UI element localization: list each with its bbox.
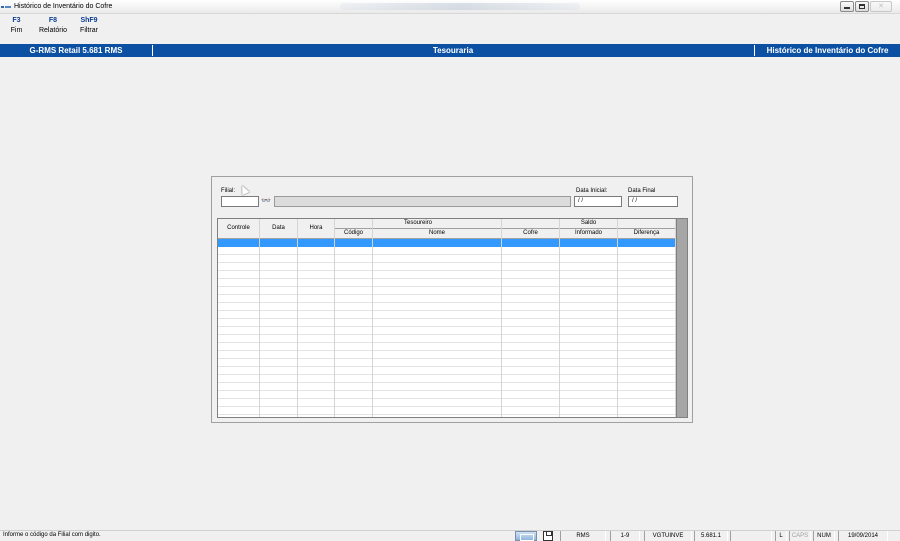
table-row[interactable] <box>218 391 676 399</box>
system-version: G-RMS Retail 5.681 RMS <box>29 46 123 55</box>
filial-input[interactable] <box>221 196 259 207</box>
column-header-diferenca[interactable]: Diferença <box>618 229 676 239</box>
data-final-label: Data Final <box>628 188 656 194</box>
filter-and-results-panel: Filial: 👓 Data Inicial: / / Data Final /… <box>211 176 693 423</box>
status-cell-program: VGTUINVE <box>644 531 692 541</box>
column-header-informado[interactable]: Informado <box>560 229 618 239</box>
maximize-icon <box>859 4 865 9</box>
table-row[interactable] <box>218 287 676 295</box>
table-row[interactable] <box>218 271 676 279</box>
filial-label: Filial: <box>221 188 236 194</box>
table-row[interactable] <box>218 399 676 407</box>
table-row[interactable] <box>218 255 676 263</box>
title-bar: Histórico de Inventário do Cofre ✕ <box>0 0 900 14</box>
grid-vertical-scrollbar[interactable] <box>676 219 687 417</box>
data-inicial-input[interactable]: / / <box>574 196 622 207</box>
data-final-input[interactable]: / / <box>628 196 678 207</box>
table-row[interactable] <box>218 367 676 375</box>
status-cell-system: RMS <box>560 531 606 541</box>
close-icon: ✕ <box>878 3 884 10</box>
table-row[interactable] <box>218 335 676 343</box>
status-cell-company: 1-9 <box>610 531 640 541</box>
table-row[interactable] <box>218 343 676 351</box>
clipboard-icon[interactable] <box>543 531 553 541</box>
binoculars-icon[interactable]: 👓 <box>261 196 271 206</box>
table-row[interactable] <box>218 279 676 287</box>
minimize-icon <box>844 7 850 9</box>
column-header-data[interactable]: Data <box>260 219 298 239</box>
blurred-title-region <box>340 3 580 10</box>
inventory-history-grid[interactable]: Controle Data Hora Tesoureiro Código Nom… <box>217 218 688 418</box>
table-row[interactable] <box>218 263 676 271</box>
screen-name: Histórico de Inventário do Cofre <box>766 46 889 55</box>
toolbar-label: Fim <box>10 27 23 34</box>
maximize-button[interactable] <box>855 1 869 12</box>
toolbar-key: F3 <box>12 17 21 24</box>
column-header-controle[interactable]: Controle <box>218 219 260 239</box>
table-row[interactable] <box>218 311 676 319</box>
column-header-hora[interactable]: Hora <box>298 219 335 239</box>
table-row[interactable] <box>218 247 676 255</box>
table-row[interactable] <box>218 407 676 415</box>
toolbar-key: ShF9 <box>80 17 98 24</box>
table-row[interactable] <box>218 359 676 367</box>
window-title: Histórico de Inventário do Cofre <box>14 3 113 10</box>
column-header-nome[interactable]: Nome <box>373 229 502 239</box>
close-button[interactable]: ✕ <box>870 1 892 12</box>
data-inicial-label: Data Inicial: <box>576 188 608 194</box>
column-group-saldo: Saldo <box>502 219 676 229</box>
table-row[interactable] <box>218 319 676 327</box>
module-name: Tesouraria <box>432 46 474 55</box>
table-row[interactable] <box>218 383 676 391</box>
status-cell-l: L <box>775 531 787 541</box>
status-message: Informe o código da Filial com digito. <box>3 532 101 538</box>
status-cell-version: 5.681.1 <box>694 531 728 541</box>
filial-name-display <box>274 196 571 207</box>
table-row[interactable] <box>218 303 676 311</box>
table-row[interactable] <box>218 375 676 383</box>
table-row[interactable] <box>218 351 676 359</box>
mail-icon[interactable] <box>515 531 537 541</box>
function-key-toolbar: F3 Fim F8 Relatório ShF9 Filtrar <box>0 16 105 42</box>
toolbar-key: F8 <box>48 17 58 24</box>
module-header-bar: G-RMS Retail 5.681 RMS Tesouraria Histór… <box>0 44 900 57</box>
toolbar-label: Filtrar <box>80 27 98 34</box>
table-row[interactable] <box>218 327 676 335</box>
column-group-tesoureiro: Tesoureiro <box>335 219 502 229</box>
status-bar: Informe o código da Filial com digito. R… <box>0 530 900 541</box>
table-row-selected[interactable] <box>218 239 676 247</box>
toolbar-item-filtrar[interactable]: ShF9 Filtrar <box>73 16 105 42</box>
status-cell-date: 19/09/2014 <box>838 531 888 541</box>
toolbar-item-fim[interactable]: F3 Fim <box>0 16 33 42</box>
toolbar-label: Relatório <box>38 27 67 34</box>
app-icon <box>1 4 11 10</box>
table-row[interactable] <box>218 295 676 303</box>
column-header-codigo[interactable]: Código <box>335 229 373 239</box>
minimize-button[interactable] <box>840 1 854 12</box>
status-cell-num: NUM <box>813 531 835 541</box>
toolbar-item-relatorio[interactable]: F8 Relatório <box>33 16 73 42</box>
status-cell-caps: CAPS <box>789 531 811 541</box>
column-header-cofre[interactable]: Cofre <box>502 229 560 239</box>
status-cell-empty <box>730 531 772 541</box>
